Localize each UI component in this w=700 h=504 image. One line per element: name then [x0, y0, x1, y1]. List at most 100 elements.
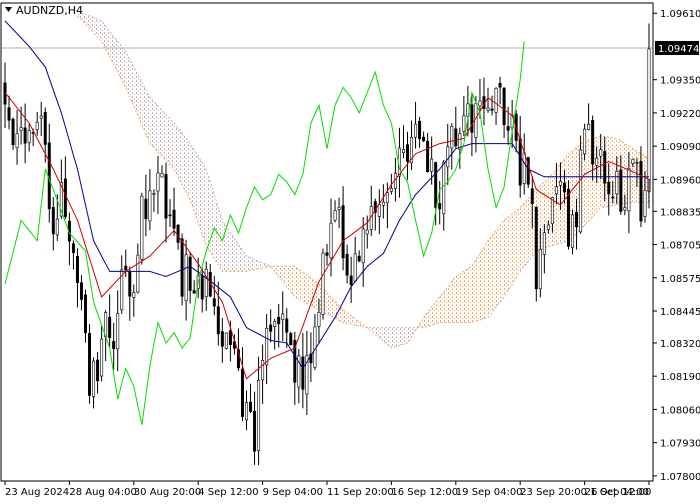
- candle-body-bull: [462, 115, 466, 132]
- kumo-segment-bullish: [439, 291, 444, 323]
- kumo-segment-bearish: [226, 226, 231, 272]
- x-tick-label: 11 Sep 20:00: [327, 487, 394, 498]
- candle-body-bull: [140, 195, 144, 260]
- candle-body-bear: [506, 126, 510, 131]
- kumo-segment-bearish: [246, 256, 251, 272]
- kumo-segment-bearish: [230, 232, 235, 272]
- chart-header[interactable]: AUDNZD,H4: [5, 4, 83, 17]
- candle-body-last: [647, 48, 651, 180]
- candle-body-bull: [486, 107, 490, 111]
- x-tick-label: 4 Sep 12:00: [198, 487, 258, 498]
- candle-body-bear: [349, 275, 353, 285]
- kumo-segment-bearish: [198, 156, 203, 235]
- candle-body-bull: [615, 171, 619, 195]
- y-tick-label: 1.07800: [660, 472, 700, 483]
- candle-body-bear: [534, 206, 538, 290]
- kumo-segment-bullish: [500, 220, 505, 303]
- candle-body-bear: [200, 275, 204, 300]
- kumo-segment-bullish: [516, 207, 521, 278]
- candle-body-bull: [281, 313, 285, 320]
- kumo-segment-bullish: [524, 198, 529, 267]
- kumo-segment-bearish: [202, 162, 207, 246]
- candle-body-bear: [438, 203, 442, 210]
- kumo-segment-bearish: [194, 149, 199, 223]
- candle-body-bear: [240, 368, 244, 417]
- candle-body-bear: [498, 83, 502, 88]
- candle-body-bull: [643, 190, 647, 217]
- kumo-segment-bullish: [443, 286, 448, 323]
- y-tick-label: 1.09090: [660, 142, 700, 153]
- candle-body-bear: [566, 188, 570, 247]
- candle-body-bear: [96, 359, 100, 382]
- kumo-segment-bearish: [178, 128, 183, 185]
- kumo-segment-bearish: [399, 327, 404, 346]
- candle-body-bear: [575, 211, 579, 228]
- candle-body-bear: [611, 196, 615, 199]
- y-tick-label: 1.08705: [660, 241, 700, 252]
- candle-body-bull: [148, 190, 152, 222]
- candle-body-bull: [245, 402, 249, 421]
- kumo-segment-bearish: [149, 97, 154, 148]
- kumo-segment-bullish: [451, 276, 456, 323]
- candle-body-bull: [446, 146, 450, 168]
- candle-body-bear: [285, 318, 289, 333]
- candle-body-bull: [257, 380, 261, 451]
- candle-body-bear: [220, 331, 224, 347]
- candle-body-bull: [92, 360, 96, 397]
- candle-body-bull: [558, 180, 562, 186]
- candle-body-bull: [39, 115, 43, 119]
- candle-body-bull: [224, 332, 228, 349]
- candle-body-bull: [442, 161, 446, 215]
- y-tick-label: 1.08320: [660, 339, 700, 350]
- ichimoku-chart: 1.09610 1.09350 1.09220 1.09090 1.08960 1.088…: [0, 0, 700, 500]
- x-tick-label: 28 Aug 04:00: [69, 487, 136, 498]
- candle-body-bull: [156, 172, 160, 192]
- candle-body-bull: [587, 124, 591, 130]
- y-tick-label: 1.09220: [660, 109, 700, 120]
- candle-body-bull: [353, 253, 357, 282]
- candle-body-bear: [325, 252, 329, 256]
- candle-body-bear: [88, 333, 92, 396]
- kumo-segment-bullish: [492, 230, 497, 313]
- candle-body-bull: [538, 249, 542, 290]
- candle-body-bear: [341, 205, 345, 259]
- x-tick-label: 30 Aug 20:00: [134, 487, 201, 498]
- y-tick-label: 1.08060: [660, 405, 700, 416]
- kumo-segment-bullish: [463, 268, 468, 323]
- candle-body-bear: [470, 104, 474, 133]
- candle-body-bull: [321, 252, 325, 315]
- candle-body-bear: [249, 401, 253, 412]
- candle-body-bull: [474, 103, 478, 138]
- candle-body-bear: [11, 118, 15, 146]
- candle-body-bull: [579, 149, 583, 233]
- candle-body-bear: [345, 253, 349, 276]
- candle-body-bear: [289, 333, 293, 346]
- candle-body-bull: [542, 232, 546, 255]
- kumo-segment-bullish: [504, 217, 509, 297]
- kumo-segment-bullish: [512, 210, 517, 285]
- candle-body-bull: [27, 130, 31, 143]
- candle-body-bear: [277, 316, 281, 325]
- x-tick-label: 9 Sep 04:00: [263, 487, 323, 498]
- candle-body-bull: [116, 313, 120, 350]
- candle-body-bull: [389, 188, 393, 192]
- kumo-segment-bullish: [459, 271, 464, 323]
- candle-body-bear: [168, 214, 172, 217]
- candle-body-bull: [583, 128, 587, 155]
- candle-body-bear: [172, 209, 176, 229]
- candle-body-bull: [329, 222, 333, 259]
- chart-background: [0, 0, 700, 500]
- candle-body-bull: [317, 312, 321, 327]
- candle-body-bear: [188, 256, 192, 291]
- price-axis[interactable]: 1.09610 1.09350 1.09220 1.09090 1.08960 1.088…: [653, 9, 700, 483]
- kumo-segment-bearish: [395, 327, 400, 347]
- candle-body-bear: [228, 330, 232, 346]
- kumo-segment-bearish: [190, 143, 195, 212]
- y-tick-label: 1.07930: [660, 439, 700, 450]
- candle-body-bear: [112, 340, 116, 349]
- candle-body-bear: [490, 108, 494, 111]
- candle-body-bull: [478, 100, 482, 107]
- kumo-segment-bullish: [306, 275, 311, 306]
- y-tick-label: 1.09610: [660, 9, 700, 20]
- candle-body-bear: [269, 324, 273, 332]
